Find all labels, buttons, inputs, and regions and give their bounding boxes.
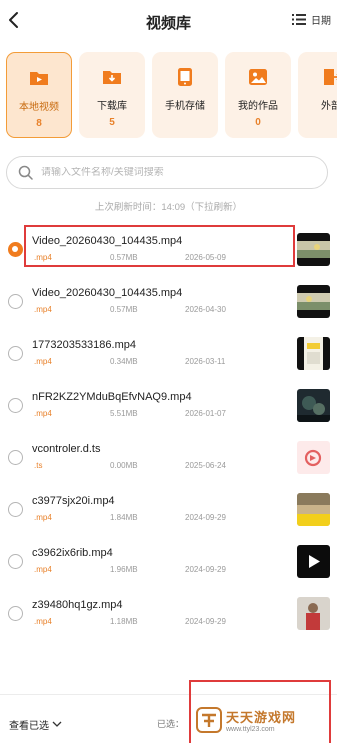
file-size: 1.18MB <box>110 617 138 626</box>
file-name: vcontroler.d.ts <box>32 443 101 455</box>
selection-highlight-box <box>24 225 295 267</box>
category-label: 本地视频 <box>19 102 59 113</box>
file-row[interactable]: c3962ix6rib.mp4 .mp4 1.96MB 2024-09-29 <box>0 536 337 588</box>
select-radio[interactable] <box>8 450 23 465</box>
chevron-down-icon <box>52 721 62 727</box>
file-extension: .mp4 <box>34 409 52 418</box>
video-thumbnail <box>297 545 330 578</box>
category-label: 手机存储 <box>165 101 205 112</box>
file-name: z39480hq1gz.mp4 <box>32 599 123 611</box>
file-extension: .mp4 <box>34 305 52 314</box>
image-icon <box>249 69 267 85</box>
search-icon <box>18 165 33 180</box>
watermark-url: www.ttyl23.com <box>226 726 275 733</box>
video-thumbnail <box>297 337 330 370</box>
file-date: 2026-03-11 <box>185 357 226 366</box>
file-list: Video_20260430_104435.mp4 .mp4 0.57MB 20… <box>0 224 337 640</box>
category-external[interactable]: 外部 <box>298 52 337 138</box>
date-sort-label: 日期 <box>311 16 331 27</box>
file-name: Video_20260430_104435.mp4 <box>32 287 183 299</box>
file-size: 5.51MB <box>110 409 138 418</box>
file-date: 2026-01-07 <box>185 409 226 418</box>
category-label: 我的作品 <box>238 101 278 112</box>
folder-download-icon <box>103 71 121 84</box>
folder-video-icon <box>30 72 48 85</box>
phone-icon <box>178 68 192 86</box>
video-thumbnail <box>297 493 330 526</box>
file-name: 1773203533186.mp4 <box>32 339 136 351</box>
file-date: 2024-09-29 <box>185 513 226 522</box>
view-selected-button[interactable]: 查看已选 <box>9 717 62 732</box>
select-radio[interactable] <box>8 502 23 517</box>
select-radio[interactable] <box>8 242 23 257</box>
select-radio[interactable] <box>8 294 23 309</box>
file-date: 2026-04-30 <box>185 305 226 314</box>
top-bar: 视频库 日期 <box>0 0 337 42</box>
file-row[interactable]: Video_20260430_104435.mp4 .mp4 0.57MB 20… <box>0 276 337 328</box>
file-date: 2025-06-24 <box>185 461 226 470</box>
view-selected-label: 查看已选 <box>9 721 49 732</box>
refresh-hint: 上次刷新时间：14:09（下拉刷新） <box>94 202 243 213</box>
page-title: 视频库 <box>145 15 191 32</box>
watermark-title: 天天游戏网 <box>226 710 297 725</box>
select-radio[interactable] <box>8 554 23 569</box>
selected-count-label: 已选： <box>157 719 185 729</box>
file-extension: .mp4 <box>34 617 52 626</box>
date-sort-button[interactable]: 日期 <box>292 12 331 27</box>
external-icon <box>324 69 337 85</box>
category-label: 下载库 <box>97 101 127 112</box>
file-name: nFR2KZ2YMduBqEfvNAQ9.mp4 <box>32 391 192 403</box>
file-row[interactable]: c3977sjx20i.mp4 .mp4 1.84MB 2024-09-29 <box>0 484 337 536</box>
watermark-logo-icon <box>196 707 222 733</box>
file-row[interactable]: z39480hq1gz.mp4 .mp4 1.18MB 2024-09-29 <box>0 588 337 640</box>
category-count: 0 <box>255 117 261 128</box>
file-date: 2024-09-29 <box>185 565 226 574</box>
select-radio[interactable] <box>8 606 23 621</box>
video-thumbnail <box>297 285 330 318</box>
file-extension: .mp4 <box>34 513 52 522</box>
file-size: 0.00MB <box>110 461 138 470</box>
select-radio[interactable] <box>8 398 23 413</box>
category-downloads[interactable]: 下载库 5 <box>79 52 145 138</box>
video-thumbnail <box>297 233 330 266</box>
file-name: c3962ix6rib.mp4 <box>32 547 113 559</box>
video-thumbnail <box>297 389 330 422</box>
category-phone-storage[interactable]: 手机存储 <box>152 52 218 138</box>
file-row[interactable]: nFR2KZ2YMduBqEfvNAQ9.mp4 .mp4 5.51MB 202… <box>0 380 337 432</box>
video-thumbnail <box>297 597 330 630</box>
list-sort-icon <box>292 14 306 25</box>
file-size: 1.96MB <box>110 565 138 574</box>
category-local-video[interactable]: 本地视频 8 <box>6 52 72 138</box>
file-size: 0.57MB <box>110 305 138 314</box>
file-size: 0.34MB <box>110 357 138 366</box>
file-type-thumbnail <box>297 441 330 474</box>
search-bar <box>6 156 328 189</box>
file-row[interactable]: vcontroler.d.ts .ts 0.00MB 2025-06-24 <box>0 432 337 484</box>
watermark: 天天游戏网 www.ttyl23.com <box>196 707 296 733</box>
file-date: 2024-09-29 <box>185 617 226 626</box>
file-size: 1.84MB <box>110 513 138 522</box>
file-extension: .mp4 <box>34 565 52 574</box>
file-row[interactable]: 1773203533186.mp4 .mp4 0.34MB 2026-03-11 <box>0 328 337 380</box>
file-extension: .ts <box>34 461 43 470</box>
category-count: 5 <box>109 117 115 128</box>
select-radio[interactable] <box>8 346 23 361</box>
category-count: 8 <box>36 118 42 129</box>
category-my-works[interactable]: 我的作品 0 <box>225 52 291 138</box>
category-tabs: 本地视频 8 下载库 5 手机存储 我的作品 0 外部 <box>6 52 337 138</box>
search-input[interactable] <box>41 167 291 178</box>
category-label: 外部 <box>321 101 337 112</box>
file-name: c3977sjx20i.mp4 <box>32 495 115 507</box>
file-extension: .mp4 <box>34 357 52 366</box>
